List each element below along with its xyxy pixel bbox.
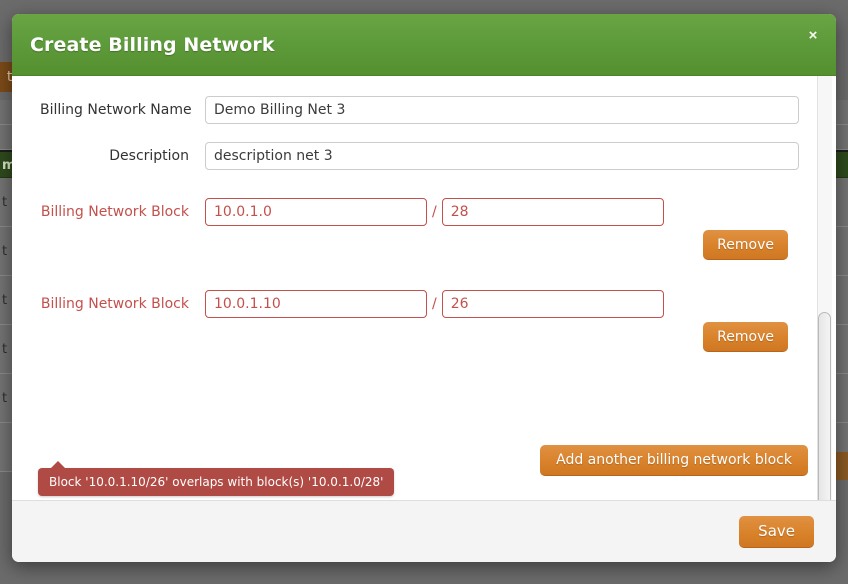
modal-title: Create Billing Network [28,34,275,56]
modal-scrollbar-thumb[interactable] [818,312,831,500]
modal-footer: Save [12,500,836,562]
billing-network-block-address-input-1[interactable] [205,198,427,226]
add-block-row: Add another billing network block [540,445,808,476]
block-overlap-error-tooltip: Block '10.0.1.10/26' overlaps with block… [38,468,394,496]
billing-network-name-input[interactable] [205,96,799,124]
description-row: Description [40,142,808,170]
remove-block-button-2[interactable]: Remove [703,322,788,352]
modal-body: Billing Network Name Description Billing… [12,76,836,500]
billing-network-block-prefix-input-1[interactable] [442,198,664,226]
billing-network-name-label: Billing Network Name [40,102,205,118]
create-billing-network-modal: Create Billing Network × Billing Network… [12,14,836,562]
remove-block-row-2: Remove [40,322,808,352]
modal-header: Create Billing Network × [12,14,836,76]
tooltip-arrow-icon [50,461,66,469]
tooltip-body: Block '10.0.1.10/26' overlaps with block… [38,468,394,496]
add-another-billing-network-block-button[interactable]: Add another billing network block [540,445,808,476]
save-button[interactable]: Save [739,516,814,548]
block-separator: / [432,204,437,220]
billing-network-block-prefix-input-2[interactable] [442,290,664,318]
block-separator: / [432,296,437,312]
billing-network-block-address-input-2[interactable] [205,290,427,318]
close-icon[interactable]: × [803,26,823,46]
billing-network-block-label-2: Billing Network Block [40,296,205,312]
billing-network-block-row-1: Billing Network Block / [40,198,808,226]
billing-network-block-row-2: Billing Network Block / [40,290,808,318]
billing-network-name-row: Billing Network Name [40,96,808,124]
billing-network-block-label-1: Billing Network Block [40,204,205,220]
description-label: Description [40,148,205,164]
remove-block-row-1: Remove [40,230,808,260]
description-input[interactable] [205,142,799,170]
remove-block-button-1[interactable]: Remove [703,230,788,260]
